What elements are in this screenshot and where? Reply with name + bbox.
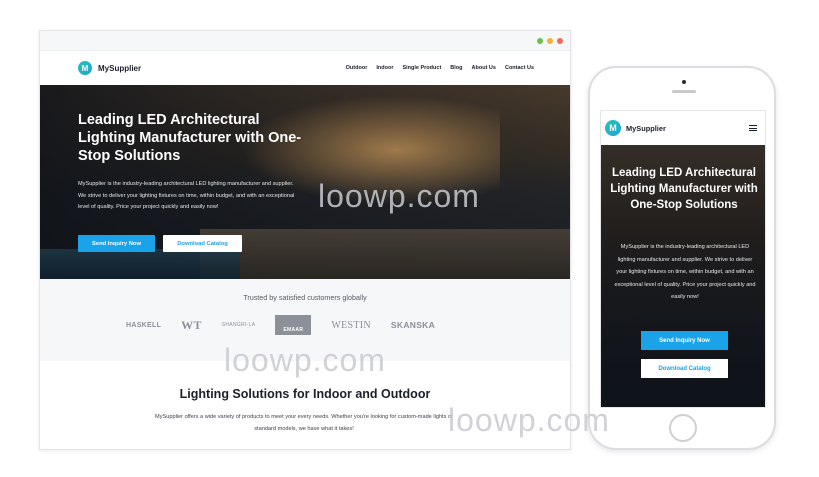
- solutions-title: Lighting Solutions for Indoor and Outdoo…: [179, 387, 431, 401]
- mobile-hero-title: Leading LED Architectural Lighting Manuf…: [610, 167, 758, 211]
- hamburger-menu-icon[interactable]: [749, 125, 757, 131]
- phone-speaker: [672, 90, 696, 93]
- site-header: M MySupplier Outdoor Indoor Single Produ…: [40, 51, 570, 85]
- mobile-send-inquiry-button[interactable]: Send Inquiry Now: [641, 331, 728, 350]
- shangri-la-logo: SHANGRI-LA: [221, 322, 256, 328]
- mobile-download-catalog-button[interactable]: Download Catalog: [641, 359, 728, 378]
- hero-content: Leading LED Architectural Lighting Manuf…: [78, 111, 308, 214]
- window-minimize-dot[interactable]: [547, 38, 553, 44]
- menu-item-contact-us[interactable]: Contact Us: [505, 65, 534, 71]
- hero-description: MySupplier is the industry-leading archi…: [78, 181, 295, 210]
- hero-background-patio: [200, 229, 570, 279]
- solutions-section: Lighting Solutions for Indoor and Outdoo…: [40, 361, 570, 449]
- haskell-logo: HASKELL: [126, 321, 162, 329]
- phone-camera: [682, 80, 686, 84]
- emaar-logo: EMAAR: [275, 315, 312, 335]
- menu-item-about-us[interactable]: About Us: [472, 65, 496, 71]
- hero-title: Leading LED Architectural Lighting Manuf…: [78, 112, 302, 164]
- window-close-dot[interactable]: [557, 38, 563, 44]
- menu-item-outdoor[interactable]: Outdoor: [346, 65, 368, 71]
- trusted-title: Trusted by satisfied customers globally: [243, 293, 367, 302]
- wt-logo: WT: [181, 317, 202, 332]
- menu-item-single-product[interactable]: Single Product: [402, 65, 441, 71]
- hero-buttons: Send Inquiry Now Download Catalog: [78, 235, 242, 252]
- phone-home-button[interactable]: [669, 414, 697, 442]
- mobile-hero-description: MySupplier is the industry-leading archi…: [614, 244, 756, 300]
- hero-background-pool: [40, 249, 240, 279]
- mobile-brand-name: MySupplier: [626, 123, 666, 133]
- desktop-browser-mockup: M MySupplier Outdoor Indoor Single Produ…: [39, 30, 571, 450]
- mobile-brand-logo-icon: M: [605, 120, 621, 136]
- menu-item-indoor[interactable]: Indoor: [376, 65, 393, 71]
- westin-logo: WESTIN: [331, 319, 371, 331]
- brand-logo-icon: M: [78, 61, 92, 75]
- mobile-hero-section: Leading LED Architectural Lighting Manuf…: [601, 145, 765, 407]
- brand-logo-link[interactable]: M MySupplier: [78, 61, 141, 75]
- mockup-stage: M MySupplier Outdoor Indoor Single Produ…: [0, 0, 819, 477]
- mobile-screen: M MySupplier Leading LED Architectural L…: [600, 110, 766, 408]
- mobile-phone-mockup: M MySupplier Leading LED Architectural L…: [588, 66, 776, 450]
- download-catalog-button[interactable]: Download Catalog: [163, 235, 242, 252]
- hero-section: Leading LED Architectural Lighting Manuf…: [40, 85, 570, 279]
- skanska-logo: SKANSKA: [390, 320, 436, 330]
- main-menu: Outdoor Indoor Single Product Blog About…: [346, 65, 534, 71]
- send-inquiry-button[interactable]: Send Inquiry Now: [78, 235, 155, 252]
- client-logos: HASKELL WT SHANGRI-LA EMAAR WESTIN SKANS…: [126, 315, 435, 335]
- browser-title-bar: [40, 31, 570, 51]
- menu-item-blog[interactable]: Blog: [450, 65, 462, 71]
- brand-name: MySupplier: [98, 63, 142, 73]
- trusted-section: Trusted by satisfied customers globally …: [40, 279, 570, 361]
- solutions-description: MySupplier offers a wide variety of prod…: [155, 414, 453, 432]
- window-maximize-dot[interactable]: [537, 38, 543, 44]
- mobile-header: M MySupplier: [601, 111, 765, 145]
- mobile-brand-link[interactable]: M MySupplier: [605, 120, 666, 136]
